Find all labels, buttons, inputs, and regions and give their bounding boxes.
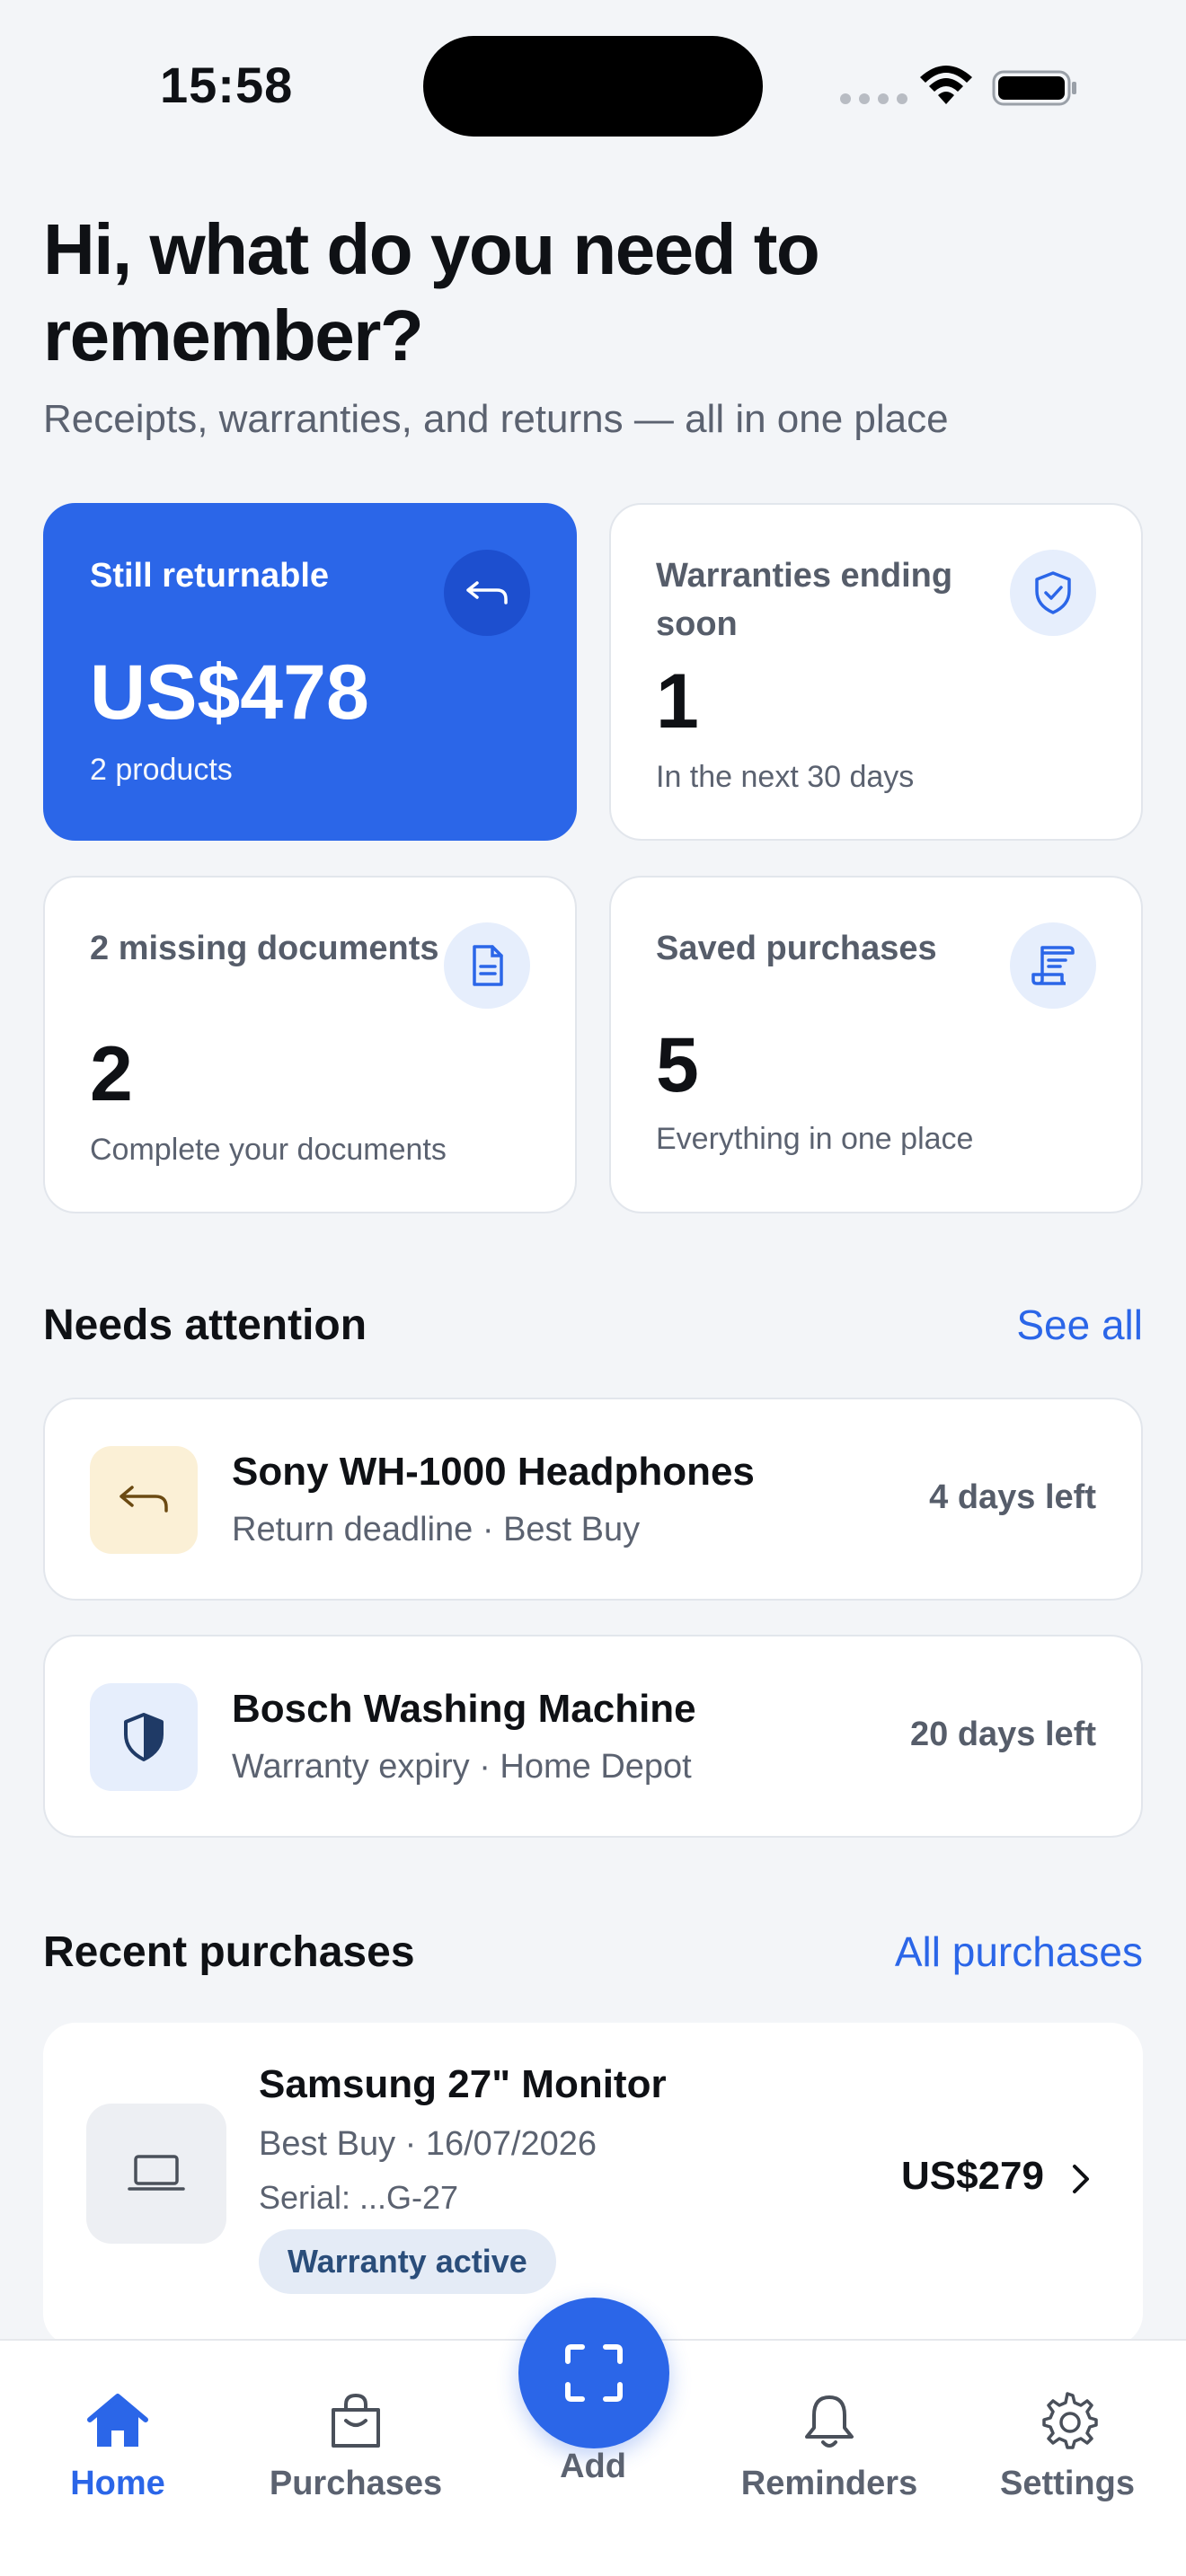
recent-purchases-title: Recent purchases xyxy=(43,1928,415,1976)
attention-item-title: Bosch Washing Machine xyxy=(232,1687,696,1731)
add-scan-button[interactable] xyxy=(518,2298,669,2448)
needs-attention-title: Needs attention xyxy=(43,1301,367,1349)
all-purchases-link[interactable]: All purchases xyxy=(895,1928,1143,1976)
missing-documents-card[interactable]: 2 missing documents 2 Complete your docu… xyxy=(43,876,577,1213)
purchase-price: US$279 xyxy=(900,2154,1044,2198)
dynamic-island xyxy=(423,36,763,137)
cellular-signal-icon xyxy=(840,93,907,104)
attention-item-subtitle: Warranty expiry · Home Depot xyxy=(232,1748,692,1786)
tab-home[interactable]: Home xyxy=(28,2341,208,2503)
attention-item-subtitle: Return deadline · Best Buy xyxy=(232,1511,641,1548)
card-label: 2 missing documents xyxy=(90,930,439,967)
tab-label: Reminders xyxy=(740,2465,918,2502)
card-note: 2 products xyxy=(90,753,233,787)
bell-icon xyxy=(793,2386,865,2457)
see-all-link[interactable]: See all xyxy=(1016,1301,1143,1349)
receipt-icon xyxy=(1010,922,1096,1009)
wifi-icon xyxy=(920,66,972,104)
card-note: Complete your documents xyxy=(90,1133,447,1167)
days-left: 20 days left xyxy=(910,1716,1096,1753)
page-subtitle: Receipts, warranties, and returns — all … xyxy=(43,397,949,441)
scan-icon xyxy=(565,2344,623,2402)
card-note: Everything in one place xyxy=(656,1122,974,1156)
tab-purchases[interactable]: Purchases xyxy=(266,2341,446,2503)
page-title: Hi, what do you need to remember? xyxy=(43,209,820,375)
saved-purchases-card[interactable]: Saved purchases 5 Everything in one plac… xyxy=(609,876,1143,1213)
attention-item-title: Sony WH-1000 Headphones xyxy=(232,1450,755,1494)
gear-icon xyxy=(1031,2386,1103,2457)
battery-icon xyxy=(992,70,1076,106)
status-bar: 15:58 xyxy=(0,0,1186,171)
purchase-serial: Serial: ...G-27 xyxy=(259,2179,459,2216)
card-value: 2 xyxy=(90,1031,133,1117)
shopping-bag-icon xyxy=(320,2386,392,2457)
card-value: 1 xyxy=(656,658,699,745)
card-note: In the next 30 days xyxy=(656,760,915,794)
warranty-status-badge: Warranty active xyxy=(259,2229,556,2294)
shield-check-icon xyxy=(1010,550,1096,636)
return-arrow-icon xyxy=(90,1446,198,1554)
days-left: 4 days left xyxy=(929,1478,1096,1516)
tab-reminders[interactable]: Reminders xyxy=(739,2341,919,2503)
laptop-icon xyxy=(86,2104,226,2244)
card-value: US$478 xyxy=(90,649,369,736)
tab-label: Settings xyxy=(1000,2465,1135,2502)
card-label: Saved purchases xyxy=(656,930,937,967)
document-icon xyxy=(444,922,530,1009)
attention-item[interactable]: Sony WH-1000 Headphones Return deadline … xyxy=(43,1398,1143,1601)
return-arrow-icon xyxy=(444,550,530,636)
purchase-title: Samsung 27" Monitor xyxy=(259,2062,667,2106)
tab-label: Home xyxy=(70,2465,165,2502)
shield-icon xyxy=(90,1683,198,1791)
card-label: Warranties ending soon xyxy=(656,557,953,643)
card-value: 5 xyxy=(656,1022,699,1108)
add-label: Add xyxy=(560,2448,626,2485)
still-returnable-card[interactable]: Still returnable US$478 2 products xyxy=(43,503,577,841)
purchase-store-date: Best Buy · 16/07/2026 xyxy=(259,2125,597,2163)
status-time: 15:58 xyxy=(160,57,294,113)
warranties-ending-card[interactable]: Warranties ending soon 1 In the next 30 … xyxy=(609,503,1143,841)
attention-item[interactable]: Bosch Washing Machine Warranty expiry · … xyxy=(43,1635,1143,1838)
home-icon xyxy=(82,2386,154,2457)
card-label: Still returnable xyxy=(90,557,330,595)
tab-label: Purchases xyxy=(269,2465,443,2502)
tab-settings[interactable]: Settings xyxy=(978,2341,1157,2503)
chevron-right-icon xyxy=(1073,2165,1089,2193)
